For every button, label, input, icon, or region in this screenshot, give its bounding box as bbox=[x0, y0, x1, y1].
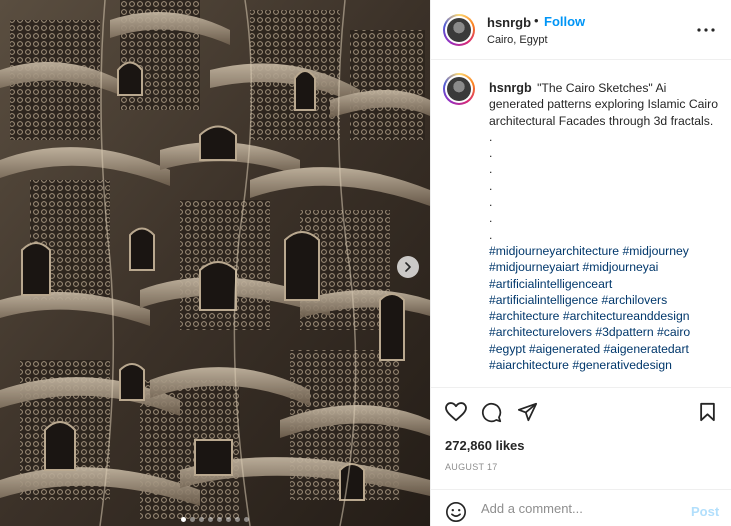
carousel-dot bbox=[181, 517, 186, 522]
emoji-button[interactable] bbox=[445, 501, 467, 526]
bookmark-icon bbox=[700, 402, 715, 422]
carousel-dot bbox=[217, 517, 222, 522]
chevron-right-icon bbox=[405, 262, 411, 272]
heart-icon bbox=[445, 402, 467, 422]
save-button[interactable] bbox=[699, 402, 716, 427]
smiley-icon bbox=[446, 502, 466, 522]
carousel-dot bbox=[190, 517, 195, 522]
post-date[interactable]: AUGUST 17 bbox=[445, 462, 498, 472]
caption-avatar[interactable] bbox=[443, 73, 475, 105]
follow-button[interactable]: Follow bbox=[544, 14, 585, 29]
comments-section[interactable]: hsnrgb "The Cairo Sketches" Ai generated… bbox=[431, 61, 731, 388]
post-image[interactable] bbox=[0, 0, 430, 526]
caption-dot: . bbox=[489, 227, 493, 242]
carousel-dot bbox=[226, 517, 231, 522]
architecture-artwork bbox=[0, 0, 430, 526]
comment-button[interactable] bbox=[481, 402, 502, 428]
caption-dot: . bbox=[489, 195, 493, 210]
more-options-button[interactable] bbox=[697, 20, 715, 36]
post-location[interactable]: Cairo, Egypt bbox=[487, 34, 548, 46]
author-username[interactable]: hsnrgb bbox=[487, 15, 531, 30]
hashtags[interactable]: #midjourneyarchitecture #midjourney #mid… bbox=[489, 244, 690, 372]
caption: hsnrgb "The Cairo Sketches" Ai generated… bbox=[489, 80, 721, 373]
carousel-dot bbox=[235, 517, 240, 522]
caption-dot: . bbox=[489, 178, 493, 193]
avatar[interactable] bbox=[443, 14, 475, 46]
paper-plane-icon bbox=[517, 402, 538, 422]
caption-dot: . bbox=[489, 162, 493, 177]
likes-count[interactable]: 272,860 likes bbox=[445, 438, 525, 453]
comment-icon bbox=[481, 402, 502, 423]
post-comment-button[interactable]: Post bbox=[691, 504, 719, 519]
carousel-indicator bbox=[0, 517, 430, 522]
caption-username[interactable]: hsnrgb bbox=[489, 81, 532, 95]
comment-input[interactable] bbox=[481, 497, 671, 519]
caption-dot: . bbox=[489, 211, 493, 226]
carousel-dot bbox=[208, 517, 213, 522]
more-dots-icon bbox=[697, 28, 715, 32]
carousel-dot bbox=[199, 517, 204, 522]
caption-dot: . bbox=[489, 146, 493, 161]
post-sidebar: hsnrgb • Follow Cairo, Egypt hsnrgb "The… bbox=[430, 0, 731, 526]
carousel-dot bbox=[244, 517, 249, 522]
share-button[interactable] bbox=[517, 402, 538, 427]
like-button[interactable] bbox=[445, 402, 467, 427]
action-bar bbox=[431, 398, 731, 428]
post-header: hsnrgb • Follow Cairo, Egypt bbox=[431, 0, 731, 60]
next-slide-button[interactable] bbox=[397, 256, 419, 278]
comment-bar: Post bbox=[431, 489, 731, 526]
caption-dot: . bbox=[489, 129, 493, 144]
header-separator: • bbox=[534, 13, 539, 28]
